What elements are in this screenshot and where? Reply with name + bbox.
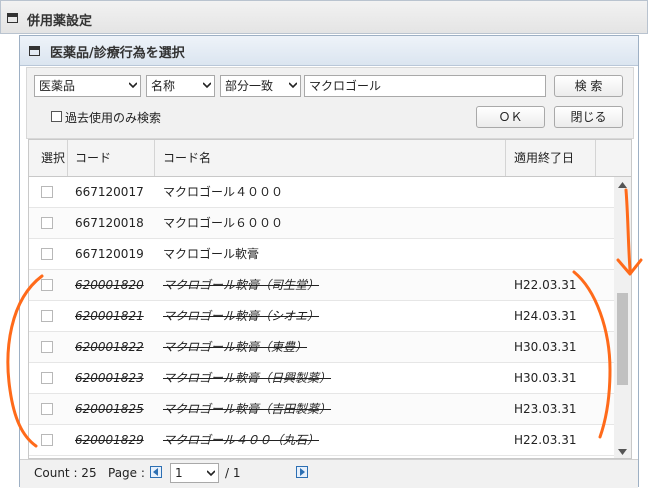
annotation-curve-left (6, 274, 44, 448)
annotation-arrow-right (616, 188, 643, 276)
annotation-curve-right (572, 270, 612, 439)
annotation-layer (6, 188, 643, 448)
